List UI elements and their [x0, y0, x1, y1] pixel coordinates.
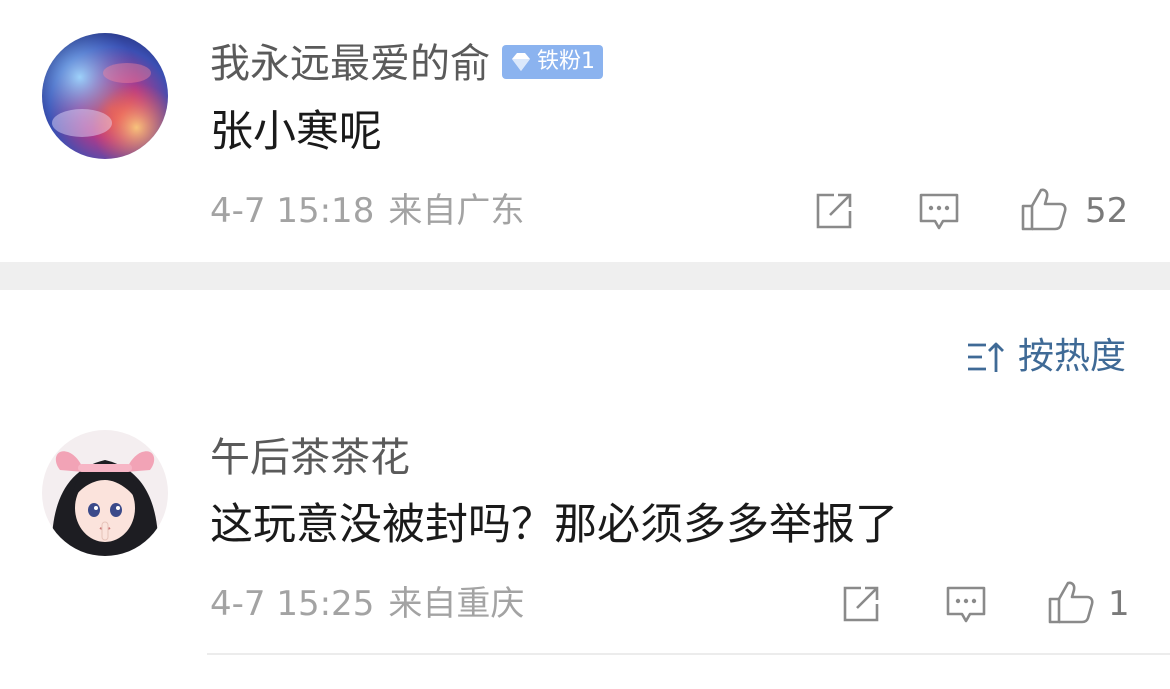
share-icon — [816, 193, 852, 229]
avatar[interactable] — [42, 430, 168, 556]
comment-date: 4-7 15:25 — [210, 584, 375, 624]
comment-date: 4-7 15:18 — [210, 191, 375, 231]
comment-text[interactable]: 这玩意没被封吗？那必须多多举报了 — [210, 499, 898, 551]
username-text[interactable]: 我永远最爱的俞 — [210, 41, 490, 87]
sort-by-heat-button[interactable]: 按热度 — [966, 334, 1126, 380]
avatar[interactable] — [42, 33, 168, 159]
divider — [207, 653, 1170, 655]
comment-text[interactable]: 张小寒呢 — [210, 106, 382, 158]
like-button[interactable] — [1047, 579, 1095, 625]
like-button[interactable] — [1020, 186, 1068, 232]
username[interactable]: 午后茶茶花 — [210, 434, 410, 482]
badge-label: 铁粉1 — [537, 49, 595, 74]
share-button[interactable] — [841, 584, 883, 624]
share-icon — [843, 586, 879, 622]
reply-button[interactable] — [944, 584, 988, 626]
like-count: 1 — [1108, 584, 1130, 624]
thumbs-up-icon — [1048, 581, 1094, 624]
comment-icon — [946, 586, 986, 623]
diamond-icon — [512, 53, 530, 71]
username[interactable]: 我永远最爱的俞 铁粉1 — [210, 40, 603, 88]
section-divider — [0, 262, 1170, 290]
comment-icon — [919, 193, 959, 230]
reply-button[interactable] — [917, 191, 961, 233]
comment-meta: 4-7 15:18 来自广东 — [210, 191, 524, 231]
comment-location: 来自重庆 — [388, 584, 525, 624]
comment-meta: 4-7 15:25 来自重庆 — [210, 584, 524, 624]
fan-badge[interactable]: 铁粉1 — [502, 45, 603, 79]
sort-label: 按热度 — [1018, 336, 1127, 377]
share-button[interactable] — [814, 191, 856, 231]
sort-icon — [968, 342, 1004, 372]
thumbs-up-icon — [1021, 188, 1067, 231]
comment-location: 来自广东 — [388, 191, 525, 231]
like-count: 52 — [1085, 191, 1129, 231]
